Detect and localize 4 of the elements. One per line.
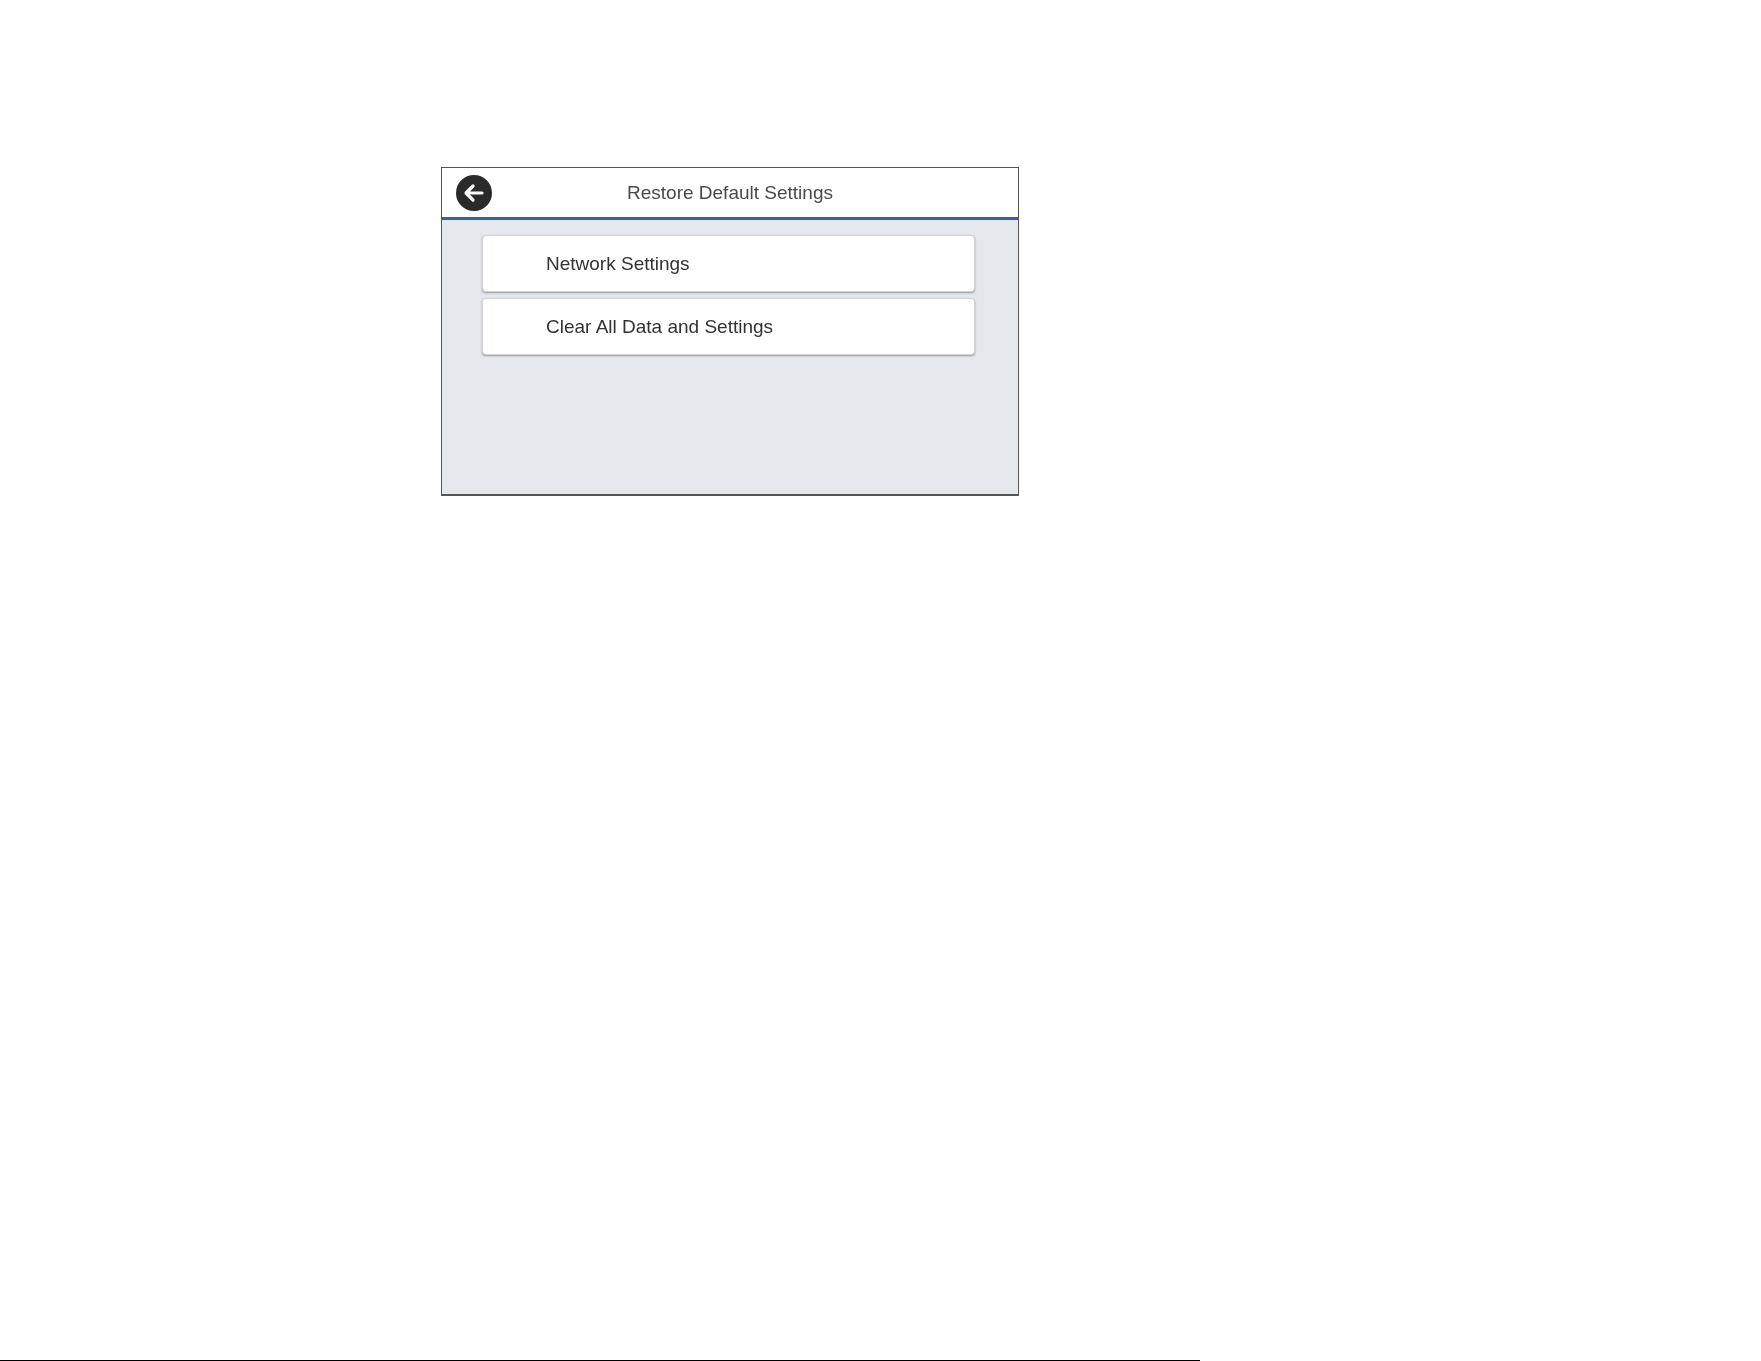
back-button[interactable]: [456, 174, 492, 211]
screen-title: Restore Default Settings: [627, 181, 833, 204]
menu-item[interactable]: Clear All Data and Settings: [482, 298, 975, 355]
menu-item[interactable]: Network Settings: [482, 235, 975, 292]
